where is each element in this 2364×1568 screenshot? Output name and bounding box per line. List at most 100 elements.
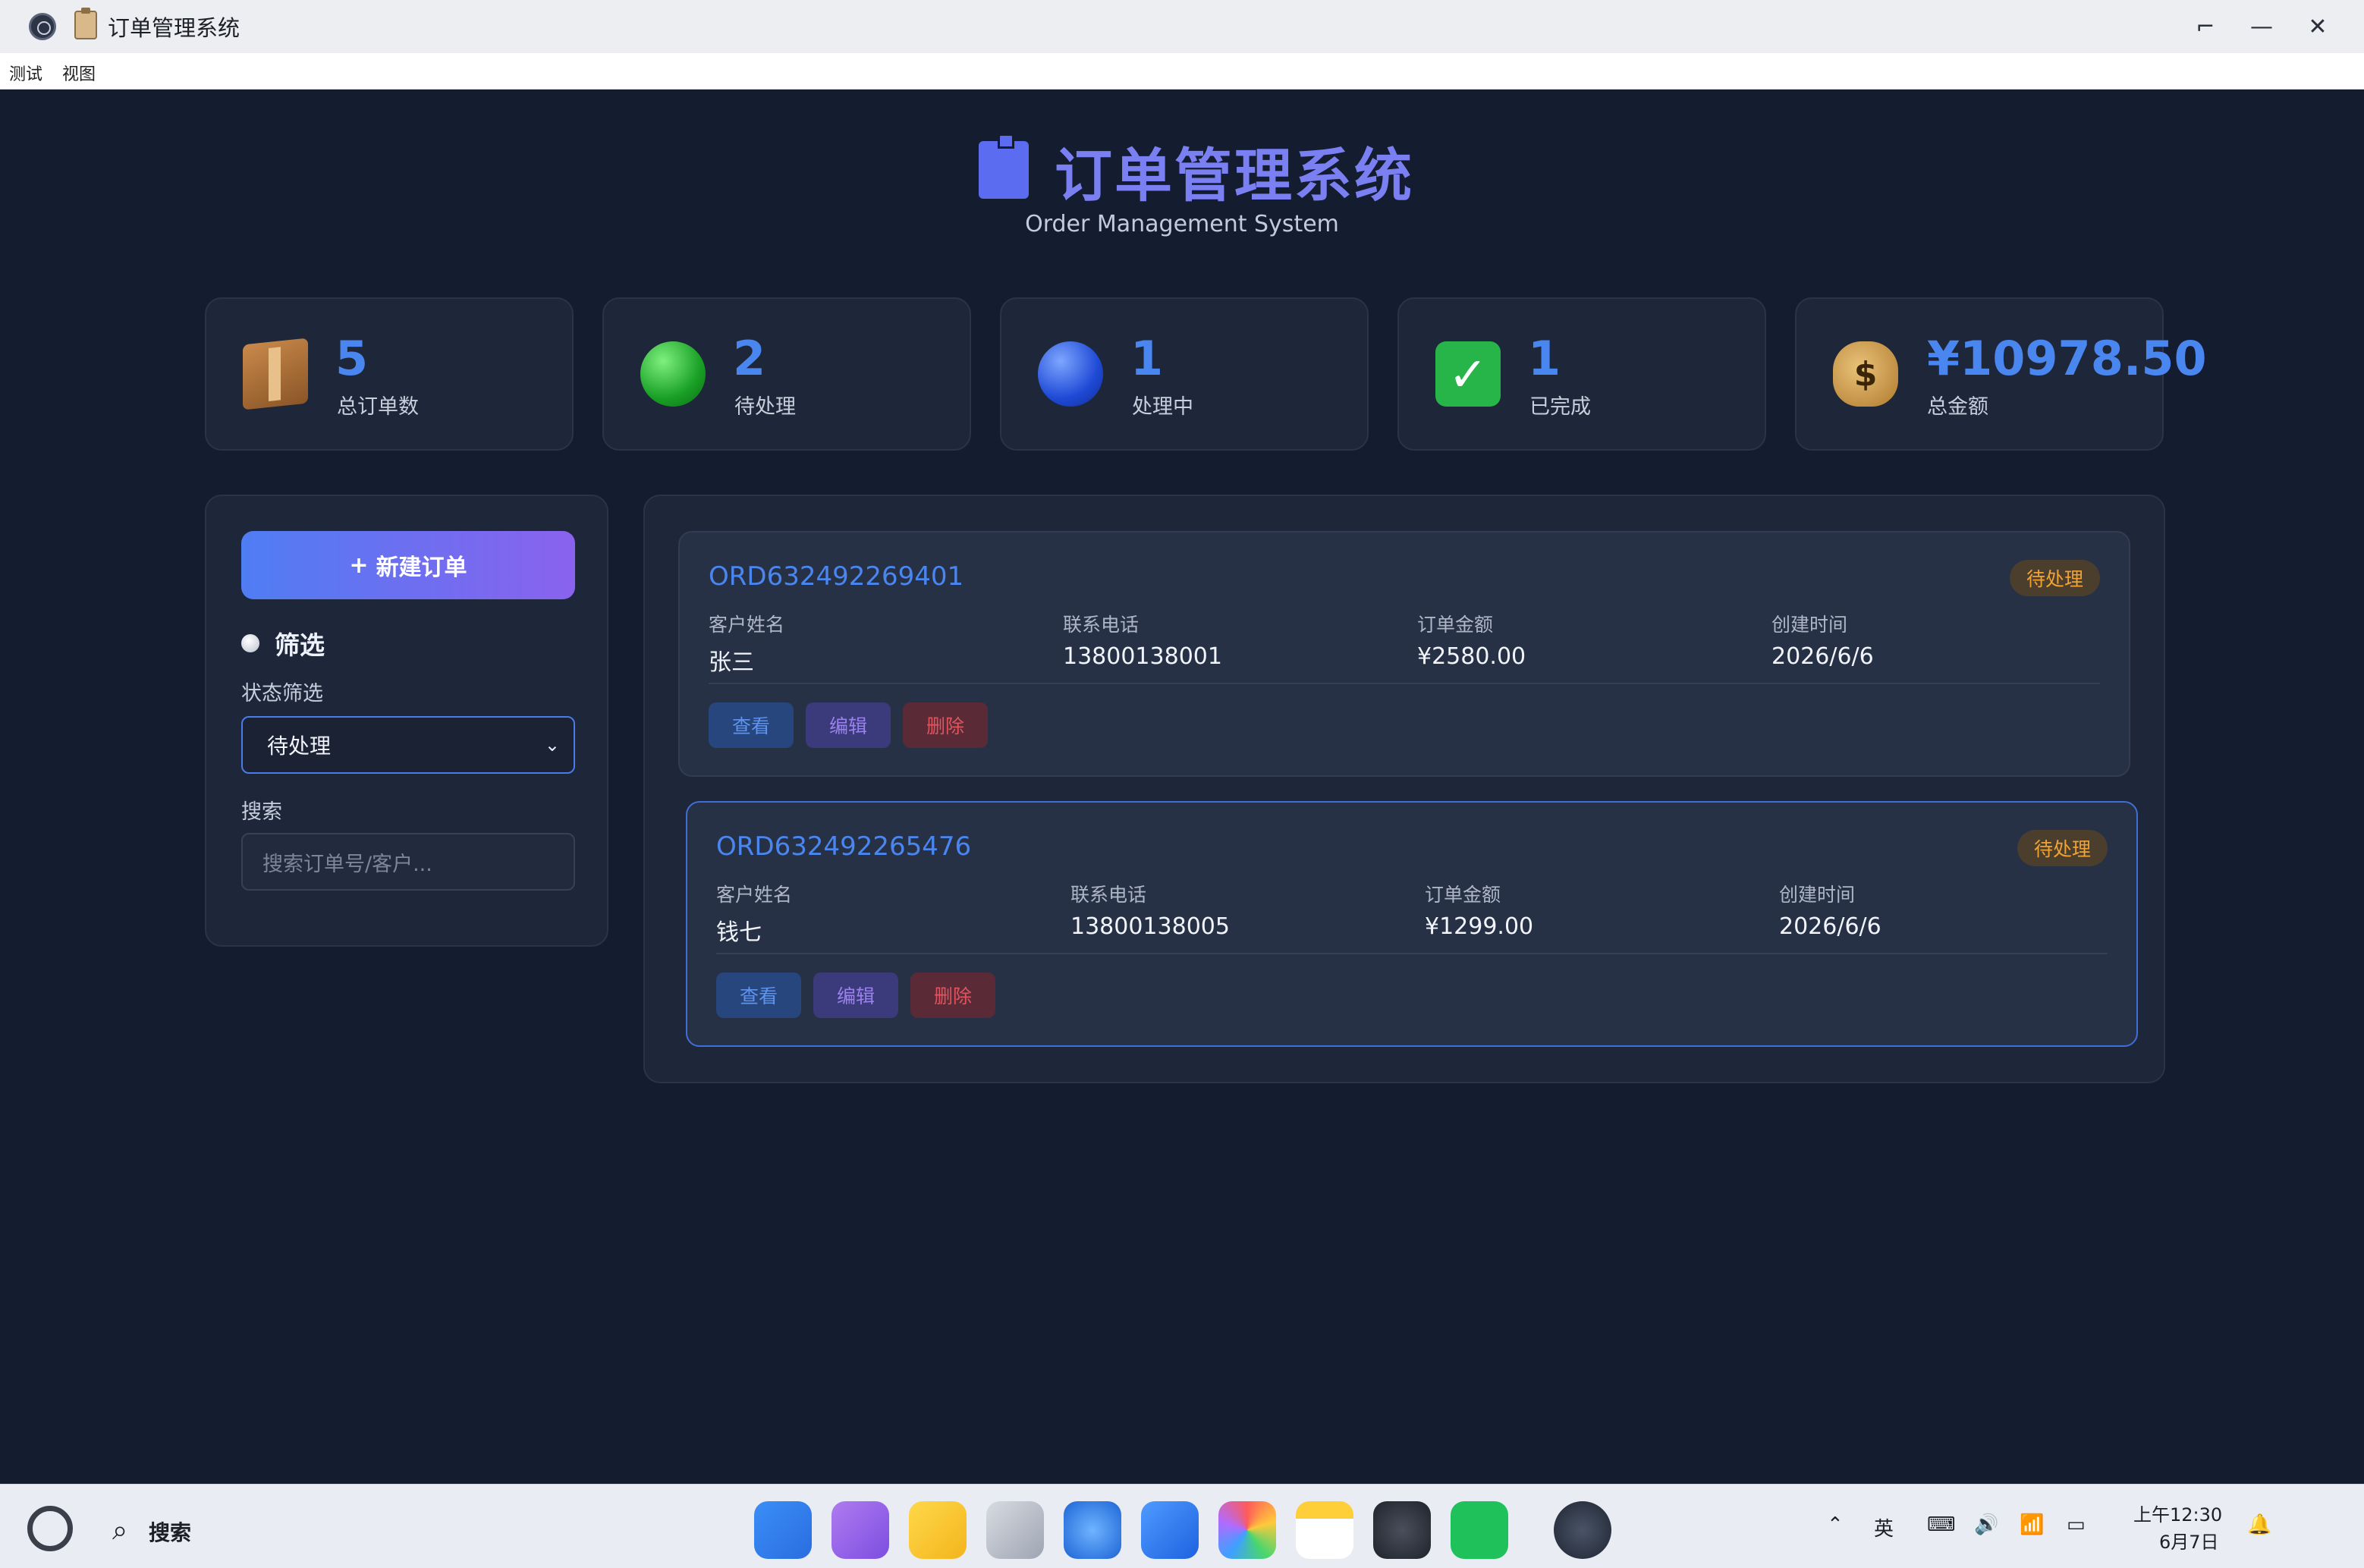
app-logo-icon [29, 13, 56, 40]
phone-field: 联系电话 13800138005 [1070, 880, 1230, 940]
edit-button[interactable]: 编辑 [806, 702, 891, 748]
taskbar-search-label[interactable]: 搜索 [149, 1516, 191, 1547]
status-filter-value: 待处理 [267, 734, 332, 759]
search-icon[interactable]: ⌕ [112, 1515, 127, 1547]
chevron-down-icon: ⌄ [544, 734, 560, 756]
field-value: 13800138005 [1070, 913, 1230, 940]
wechat-icon[interactable] [1451, 1501, 1508, 1559]
restore-button[interactable]: ⌐ [2186, 9, 2224, 44]
field-label: 订单金额 [1425, 884, 1501, 906]
status-badge: 待处理 [2009, 560, 2100, 596]
files-icon[interactable] [909, 1501, 967, 1559]
amount-field: 订单金额 ¥1299.00 [1425, 880, 1533, 940]
delete-button[interactable]: 删除 [910, 973, 995, 1018]
field-value: 张三 [709, 649, 754, 676]
status-filter-label: 状态筛选 [241, 682, 323, 705]
field-value: 2026/6/6 [1779, 913, 1881, 940]
taskbar: ⌕ 搜索 ⌃ 英 ⌨ 🔊 📶 ▭ 上午12:30 6月7日 🔔 [0, 1484, 2364, 1568]
plus-icon: + [349, 551, 369, 579]
clipboard-icon [979, 134, 1029, 199]
clock-date[interactable]: 6月7日 [2159, 1527, 2219, 1554]
browser-icon[interactable] [1064, 1501, 1121, 1559]
search-input[interactable]: 搜索订单号/客户... [241, 833, 575, 891]
new-order-label: 新建订单 [376, 555, 467, 581]
close-button[interactable]: ✕ [2299, 9, 2337, 44]
stat-value: 2 [733, 331, 766, 386]
field-value: 钱七 [716, 919, 762, 946]
money-bag-icon: $ [1833, 341, 1898, 407]
page-title: 订单管理系统 [1055, 142, 1414, 209]
stat-card-total-amount: $ ¥10978.50 总金额 [1795, 297, 2207, 451]
status-filter-select[interactable]: 待处理 ⌄ [241, 716, 575, 774]
menu-bar: 测试 视图 [0, 53, 2364, 90]
stat-card-total-orders: 5 总订单数 [205, 297, 574, 451]
field-value: ¥2580.00 [1417, 643, 1526, 670]
stat-label: 已完成 [1529, 395, 1591, 419]
stat-value: ¥10978.50 [1927, 331, 2207, 386]
field-label: 订单金额 [1417, 614, 1494, 636]
filter-dot-icon [241, 634, 259, 652]
field-label: 创建时间 [1771, 614, 1848, 636]
keyboard-icon[interactable]: ⌨ [1927, 1513, 1956, 1536]
stat-card-completed: ✓ 1 已完成 [1397, 297, 1766, 451]
menu-item-view[interactable]: 视图 [62, 61, 96, 85]
created-time-field: 创建时间 2026/6/6 [1779, 880, 1881, 940]
amount-field: 订单金额 ¥2580.00 [1417, 610, 1526, 670]
window-title: 订单管理系统 [108, 15, 240, 41]
view-button[interactable]: 查看 [716, 973, 801, 1018]
trash-icon[interactable] [986, 1501, 1044, 1559]
stat-value: 1 [1528, 331, 1561, 386]
multitask-icon[interactable] [831, 1501, 889, 1559]
ime-indicator[interactable]: 英 [1874, 1513, 1894, 1541]
package-icon [243, 338, 308, 410]
stat-value: 1 [1130, 331, 1164, 386]
green-circle-icon [640, 341, 706, 407]
clock-time[interactable]: 上午12:30 [2133, 1500, 2222, 1526]
divider [709, 683, 2100, 684]
field-label: 客户姓名 [716, 884, 793, 906]
wifi-icon[interactable]: 📶 [2020, 1513, 2044, 1536]
stat-card-pending: 2 待处理 [602, 297, 971, 451]
electron-app-icon[interactable] [1554, 1501, 1611, 1559]
field-label: 联系电话 [1070, 884, 1147, 906]
field-value: ¥1299.00 [1425, 913, 1534, 940]
stat-label: 处理中 [1132, 395, 1193, 419]
order-id: ORD632492265476 [716, 831, 972, 862]
volume-icon[interactable]: 🔊 [1974, 1513, 1998, 1536]
order-id: ORD632492269401 [709, 561, 964, 592]
settings-icon[interactable] [1373, 1501, 1431, 1559]
clipboard-icon [74, 8, 97, 39]
field-label: 创建时间 [1779, 884, 1856, 906]
new-order-button[interactable]: + 新建订单 [241, 531, 575, 599]
menu-item-test[interactable]: 测试 [9, 61, 42, 85]
order-card[interactable]: ORD632492269401 待处理 客户姓名 张三 联系电话 1380013… [678, 531, 2130, 777]
battery-icon[interactable]: ▭ [2067, 1513, 2086, 1536]
delete-button[interactable]: 删除 [903, 702, 988, 748]
order-card[interactable]: ORD632492265476 待处理 客户姓名 钱七 联系电话 1380013… [686, 801, 2138, 1047]
field-value: 2026/6/6 [1771, 643, 1874, 670]
blue-circle-icon [1038, 341, 1103, 407]
view-button[interactable]: 查看 [709, 702, 794, 748]
customer-name-field: 客户姓名 钱七 [716, 880, 792, 947]
title-bar: 订单管理系统 ⌐ — ✕ [0, 0, 2364, 53]
stat-label: 总订单数 [337, 395, 419, 419]
app-launcher-icon[interactable] [754, 1501, 812, 1559]
phone-field: 联系电话 13800138001 [1063, 610, 1222, 670]
start-button[interactable] [27, 1506, 73, 1551]
stat-card-processing: 1 处理中 [1000, 297, 1369, 451]
chevron-up-icon[interactable]: ⌃ [1827, 1513, 1844, 1536]
stat-label: 待处理 [734, 395, 796, 419]
notification-icon[interactable]: 🔔 [2247, 1513, 2271, 1536]
created-time-field: 创建时间 2026/6/6 [1771, 610, 1874, 670]
photos-icon[interactable] [1218, 1501, 1276, 1559]
field-label: 联系电话 [1063, 614, 1140, 636]
mail-icon[interactable] [1141, 1501, 1199, 1559]
edit-button[interactable]: 编辑 [813, 973, 898, 1018]
page-subtitle: Order Management System [1025, 211, 1339, 237]
status-badge: 待处理 [2017, 830, 2108, 866]
minimize-button[interactable]: — [2243, 9, 2281, 44]
search-label: 搜索 [241, 800, 282, 824]
notes-icon[interactable] [1296, 1501, 1353, 1559]
stat-label: 总金额 [1927, 395, 1988, 419]
filter-title: 筛选 [275, 630, 325, 660]
